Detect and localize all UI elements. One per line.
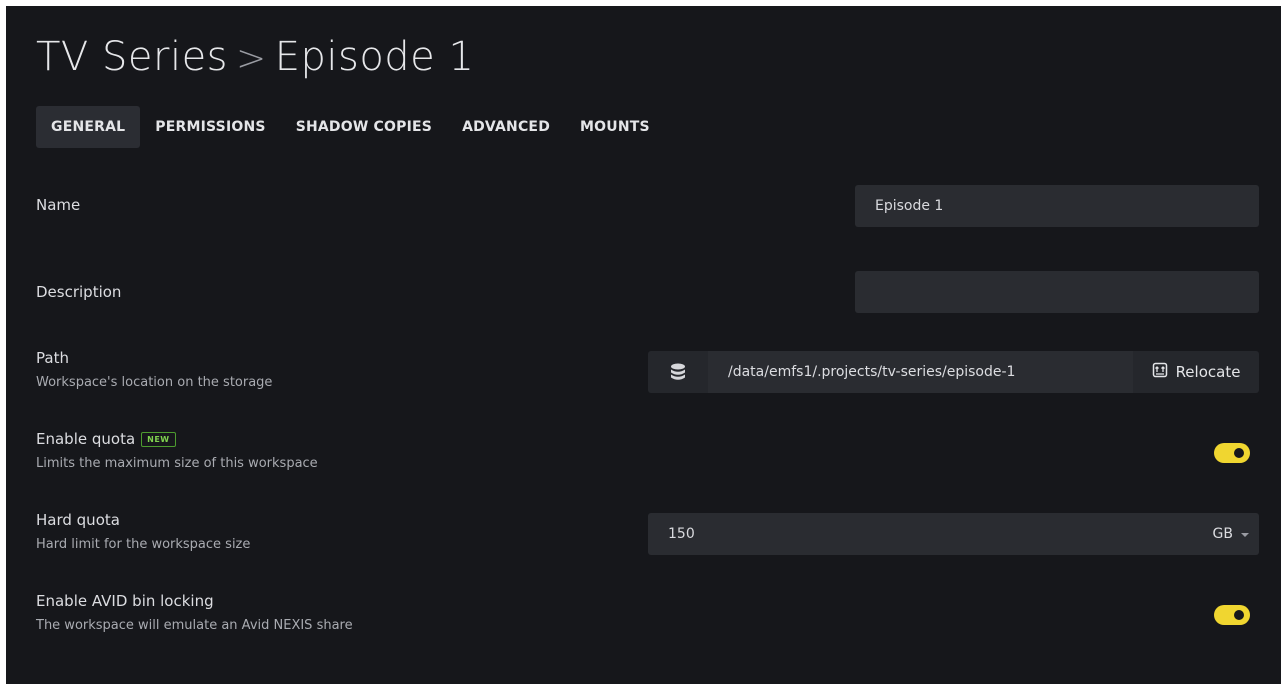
name-input[interactable]: Episode 1 bbox=[855, 185, 1259, 227]
quota-label-wrap: Enable quota NEW bbox=[36, 430, 1264, 448]
relocate-label: Relocate bbox=[1175, 363, 1241, 381]
quota-label: Enable quota bbox=[36, 430, 136, 448]
quota-toggle[interactable] bbox=[1214, 443, 1250, 463]
hard-quota-input[interactable]: 150 bbox=[668, 526, 695, 542]
hard-quota-field: 150 GB bbox=[648, 513, 1259, 555]
avid-toggle[interactable] bbox=[1214, 605, 1250, 625]
relocate-button[interactable]: Relocate bbox=[1133, 351, 1259, 393]
toggle-knob bbox=[1234, 610, 1244, 620]
tab-general[interactable]: GENERAL bbox=[36, 106, 141, 148]
caret-down-icon bbox=[1241, 526, 1249, 542]
breadcrumb-parent[interactable]: TV Series bbox=[36, 34, 228, 80]
path-field-group: /data/emfs1/.projects/tv-series/episode-… bbox=[648, 351, 1259, 393]
quota-sublabel: Limits the maximum size of this workspac… bbox=[36, 456, 318, 471]
tab-shadow-copies[interactable]: SHADOW COPIES bbox=[281, 106, 447, 148]
unit-value: GB bbox=[1212, 526, 1233, 542]
workspace-settings-panel: TV Series > Episode 1 GENERAL PERMISSIONS … bbox=[6, 6, 1281, 684]
avid-label: Enable AVID bin locking bbox=[36, 592, 214, 610]
unit-select[interactable]: GB bbox=[1213, 513, 1249, 555]
avid-sublabel: The workspace will emulate an Avid NEXIS… bbox=[36, 618, 353, 633]
toggle-knob bbox=[1234, 448, 1244, 458]
quota-row: Enable quota NEW Limits the maximum size … bbox=[36, 430, 1264, 471]
tab-advanced[interactable]: ADVANCED bbox=[447, 106, 565, 148]
path-input[interactable]: /data/emfs1/.projects/tv-series/episode-… bbox=[708, 351, 1133, 393]
database-icon bbox=[648, 351, 708, 393]
breadcrumb-current: Episode 1 bbox=[274, 34, 475, 80]
relocate-icon bbox=[1152, 362, 1168, 382]
tab-permissions[interactable]: PERMISSIONS bbox=[140, 106, 280, 148]
description-input[interactable] bbox=[855, 271, 1259, 313]
avid-row: Enable AVID bin locking The workspace wi… bbox=[36, 592, 1264, 633]
new-badge: NEW bbox=[141, 432, 176, 447]
tab-mounts[interactable]: MOUNTS bbox=[565, 106, 665, 148]
breadcrumb-separator: > bbox=[236, 38, 267, 79]
tab-bar: GENERAL PERMISSIONS SHADOW COPIES ADVANC… bbox=[36, 106, 665, 148]
page-title: TV Series > Episode 1 bbox=[36, 32, 474, 84]
